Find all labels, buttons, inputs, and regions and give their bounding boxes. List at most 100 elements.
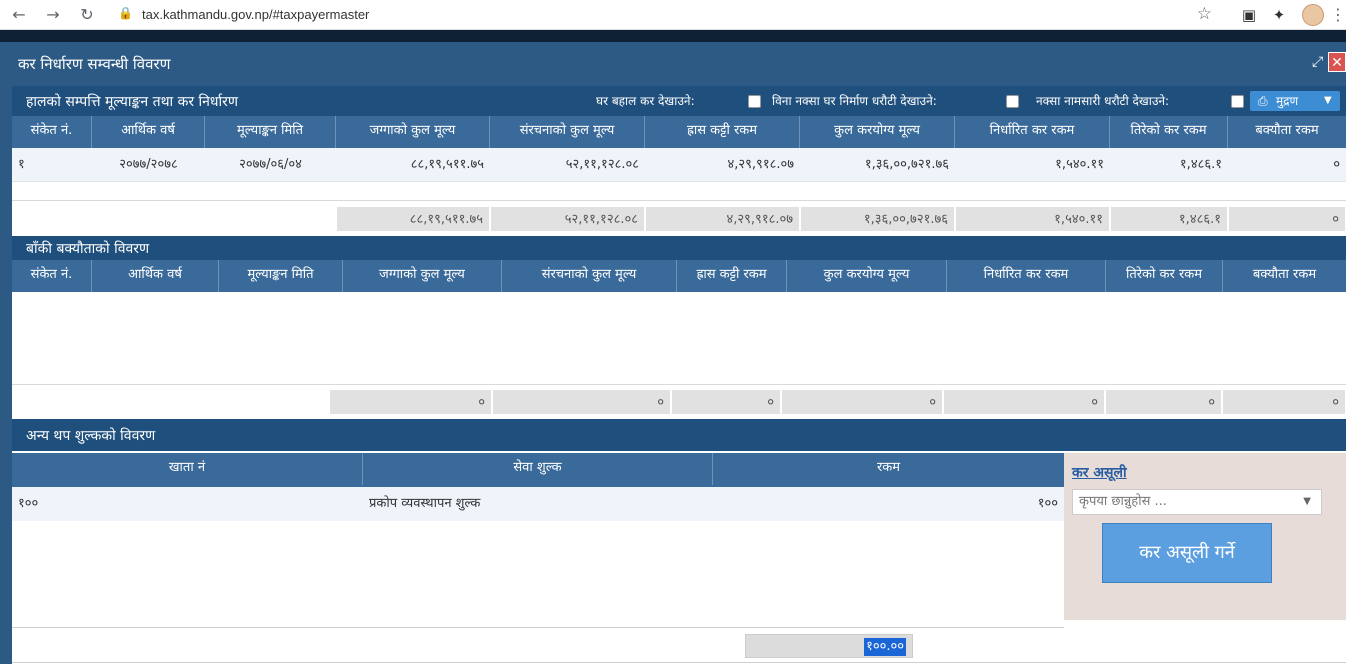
col-service-fee: सेवा शुल्क [363, 453, 713, 485]
bookmark-star-icon[interactable]: ☆ [1197, 4, 1212, 24]
option-map-transfer-deposit-label: नक्सा नामसारी धरौटी देखाउने: [1036, 94, 1170, 108]
total-land-value: ८८,१९,५११.७५ [336, 206, 490, 232]
map-transfer-deposit-checkbox[interactable] [1231, 95, 1244, 108]
col-account-no: खाता नं [12, 453, 363, 485]
option-rent-tax-label: घर बहाल कर देखाउने: [596, 94, 695, 108]
col-fiscal-year: आर्थिक वर्ष [92, 116, 205, 148]
table-row[interactable]: १ २०७७/२०७८ २०७७/०६/०४ ८८,१९,५११.७५ ५२,१… [12, 148, 1346, 182]
total-structure-value: ५२,११,१२८.०८ [490, 206, 645, 232]
lock-icon: 🔒 [118, 6, 133, 20]
cell-service-fee: प्रकोप व्यवस्थापन शुल्क [369, 496, 481, 511]
total-assessed-tax: १,५४०.११ [955, 206, 1110, 232]
cell-taxable-value: १,३६,००,७२१.७६ [864, 157, 949, 172]
caret-down-icon: ▼ [1324, 95, 1332, 106]
col-taxable-value: कुल करयोग्य मूल्य [800, 116, 955, 148]
tax-collection-link[interactable]: कर असूली [1072, 463, 1127, 482]
col-assessment-date: मूल्याङ्कन मिति [219, 260, 343, 292]
collect-tax-button[interactable]: कर असूली गर्ने [1102, 523, 1272, 583]
cell-fiscal-year: २०७७/२०७८ [119, 157, 178, 172]
total-structure-value: ० [492, 389, 671, 415]
total-due-amount: ० [1222, 389, 1346, 415]
rent-tax-checkbox[interactable] [748, 95, 761, 108]
total-land-value: ० [329, 389, 492, 415]
total-depreciation: ० [671, 389, 781, 415]
section-title: बाँकी बक्यौताको विवरण [26, 241, 150, 257]
divider [12, 627, 1064, 628]
section-title: अन्य थप शुल्कको विवरण [26, 428, 156, 444]
arrears-table-header: संकेत नं. आर्थिक वर्ष मूल्याङ्कन मिति जग… [12, 260, 1346, 292]
col-code: संकेत नं. [12, 260, 92, 292]
tax-modal: कर निर्धारण सम्वन्धी विवरण ⤢ ✕ हालको सम्… [0, 42, 1346, 664]
total-assessed-tax: ० [943, 389, 1105, 415]
select-placeholder: कृपया छान्नुहोस ... [1079, 494, 1167, 509]
col-paid-tax: तिरेको कर रकम [1106, 260, 1223, 292]
total-taxable-value: ० [781, 389, 943, 415]
cell-amount: १०० [1037, 496, 1058, 511]
address-bar[interactable]: 🔒 tax.kathmandu.gov.np/#taxpayermaster ☆ [108, 3, 1220, 27]
col-taxable-value: कुल करयोग्य मूल्य [787, 260, 947, 292]
browser-toolbar: ← → ↻ 🔒 tax.kathmandu.gov.np/#taxpayerma… [0, 0, 1346, 30]
collection-select[interactable]: कृपया छान्नुहोस ... ▼ [1072, 489, 1322, 515]
arrears-totals-row: ० ० ० ० ० ० ० [12, 389, 1346, 415]
caret-down-icon: ▼ [1303, 496, 1311, 507]
cell-paid-tax: १,४८६.१ [1179, 157, 1222, 172]
total-paid-tax: १,४८६.१ [1110, 206, 1228, 232]
cell-structure-value: ५२,११,१२८.०८ [565, 157, 639, 172]
modal-title: कर निर्धारण सम्वन्धी विवरण [18, 55, 171, 73]
col-land-value: जग्गाको कुल मूल्य [336, 116, 490, 148]
fees-total-box: १००.०० [745, 634, 913, 658]
cell-land-value: ८८,१९,५११.७५ [410, 157, 484, 172]
cell-due-amount: ० [1333, 157, 1340, 172]
cell-code: १ [18, 157, 25, 172]
divider [12, 200, 1346, 201]
print-button[interactable]: ⎙ मुद्रण ▼ [1250, 91, 1340, 111]
col-depreciation: ह्रास कट्टी रकम [677, 260, 787, 292]
fees-total-value: १००.०० [864, 638, 906, 656]
profile-avatar[interactable] [1302, 4, 1324, 26]
col-code: संकेत नं. [12, 116, 92, 148]
assessment-totals-row: ८८,१९,५११.७५ ५२,११,१२८.०८ ४,२९,९१८.०७ १,… [12, 206, 1346, 232]
divider [12, 384, 1346, 385]
back-arrow-icon[interactable]: ← [8, 4, 30, 26]
forward-arrow-icon[interactable]: → [42, 4, 64, 26]
print-label: मुद्रण [1276, 94, 1299, 108]
modal-body: हालको सम्पत्ति मूल्याङ्कन तथा कर निर्धार… [12, 86, 1346, 664]
reload-icon[interactable]: ↻ [76, 4, 98, 26]
expand-icon[interactable]: ⤢ [1312, 54, 1323, 70]
cell-assessment-date: २०७७/०६/०४ [239, 157, 302, 172]
col-amount: रकम [876, 460, 901, 475]
col-assessment-date: मूल्याङ्कन मिति [205, 116, 336, 148]
col-assessed-tax: निर्धारित कर रकम [947, 260, 1106, 292]
printer-icon: ⎙ [1258, 94, 1268, 108]
col-structure-value: संरचनाको कुल मूल्य [490, 116, 645, 148]
col-paid-tax: तिरेको कर रकम [1110, 116, 1228, 148]
col-due-amount: बक्यौता रकम [1255, 123, 1319, 138]
close-icon[interactable]: ✕ [1328, 52, 1346, 72]
col-depreciation: ह्रास कट्टी रकम [645, 116, 800, 148]
section-arrears-header: बाँकी बक्यौताको विवरण [12, 236, 1346, 260]
total-depreciation: ४,२९,९१८.०७ [645, 206, 800, 232]
cell-account-no: १०० [18, 496, 39, 511]
no-map-deposit-checkbox[interactable] [1006, 95, 1019, 108]
url-text[interactable]: tax.kathmandu.gov.np/#taxpayermaster [142, 7, 369, 22]
cell-assessed-tax: १,५४०.११ [1055, 157, 1104, 172]
total-taxable-value: १,३६,००,७२१.७६ [800, 206, 955, 232]
col-assessed-tax: निर्धारित कर रकम [955, 116, 1110, 148]
menu-kebab-icon[interactable]: ⋮ [1330, 4, 1346, 26]
total-due-amount: ० [1228, 206, 1346, 232]
extensions-puzzle-icon[interactable]: ✦ [1268, 4, 1290, 26]
cell-depreciation: ४,२९,९१८.०७ [727, 157, 794, 172]
assessment-table-header: संकेत नं. आर्थिक वर्ष मूल्याङ्कन मिति जग… [12, 116, 1346, 148]
option-no-map-deposit-label: विना नक्सा घर निर्माण धरौटी देखाउने: [772, 94, 937, 108]
cast-icon[interactable]: ▣ [1238, 4, 1260, 26]
col-structure-value: संरचनाको कुल मूल्य [502, 260, 677, 292]
tax-collection-panel: कर असूली कृपया छान्नुहोस ... ▼ कर असूली … [1064, 453, 1346, 620]
divider [12, 662, 1346, 663]
section-other-fees-header: अन्य थप शुल्कको विवरण [12, 419, 1346, 451]
table-row[interactable]: १०० प्रकोप व्यवस्थापन शुल्क १०० [12, 487, 1064, 521]
total-paid-tax: ० [1105, 389, 1222, 415]
col-fiscal-year: आर्थिक वर्ष [92, 260, 219, 292]
fees-table-header: खाता नं सेवा शुल्क रकम [12, 453, 1064, 487]
col-due-amount: बक्यौता रकम [1252, 267, 1317, 282]
section-current-assessment-header: हालको सम्पत्ति मूल्याङ्कन तथा कर निर्धार… [12, 86, 1346, 116]
